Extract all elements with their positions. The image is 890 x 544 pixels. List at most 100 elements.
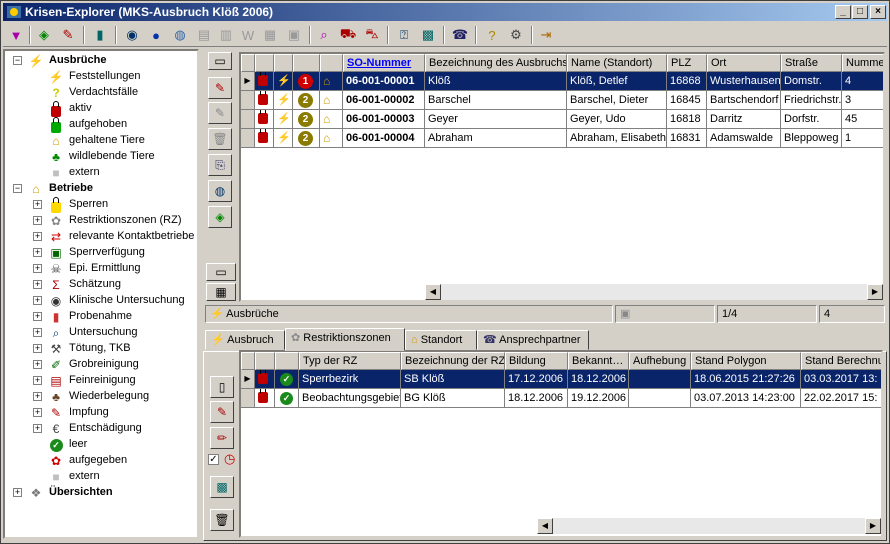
bezeichnung-rz-cell[interactable]: BG Klöß [401, 389, 505, 408]
ort-cell[interactable]: Bartschendorf [707, 91, 781, 110]
tree-node-uebersichten[interactable]: + ❖ Übersichten [5, 485, 195, 501]
scroll-right-button[interactable]: ▶ [867, 284, 883, 300]
expand-icon[interactable]: + [13, 488, 22, 497]
tab-restriktionszonen[interactable]: ✿ Restriktionszonen [285, 328, 405, 351]
tab-ansprechpartner[interactable]: ☎ Ansprechpartner [477, 330, 589, 350]
typ-cell[interactable]: Sperrbezirk [299, 370, 401, 389]
bezeichnung-rz-cell[interactable]: SB Klöß [401, 370, 505, 389]
expand-icon[interactable]: + [33, 376, 42, 385]
stand-berechnung-cell[interactable]: 03.03.2017 13: [801, 370, 881, 389]
grid-header-so-nummer[interactable]: SO-Nummer [343, 54, 425, 72]
bildung-cell[interactable]: 18.12.2006 [505, 389, 568, 408]
delete-disabled-button[interactable]: 🗑 [208, 128, 232, 150]
stand-polygon-cell[interactable]: 18.06.2015 21:27:26 [691, 370, 801, 389]
tree-item[interactable]: ■ extern [5, 469, 195, 485]
edit-record-button[interactable]: ✎ [208, 77, 232, 99]
expand-icon[interactable]: + [33, 200, 42, 209]
help-search-icon[interactable]: ⍰ [395, 26, 413, 44]
tree-item[interactable]: + ♣ Wiederbelegung [5, 389, 195, 405]
document-search-icon[interactable]: ⌕ [315, 26, 333, 44]
grid-header-ort[interactable]: Ort [707, 54, 781, 72]
bottom-horizontal-scrollbar[interactable]: ◀ ▶ [537, 518, 881, 534]
vehicle-icon[interactable]: ⛟ [339, 26, 357, 44]
minimize-button[interactable]: _ [835, 5, 851, 19]
tree-item[interactable]: + Sperren [5, 196, 195, 213]
name-cell[interactable]: Klöß, Detlef [567, 72, 667, 91]
grid-header-plz[interactable]: PLZ [667, 54, 707, 72]
expand-icon[interactable]: + [33, 232, 42, 241]
expand-icon[interactable]: + [33, 360, 42, 369]
table-row[interactable]: ▶ ⚡ 1 ⌂ 06-001-00001 Klöß Klöß, Detlef 16868 Wus… [241, 72, 883, 91]
tree-item[interactable]: + € Entschädigung [5, 421, 195, 437]
table-row[interactable]: ⚡ 2 ⌂ 06-001-00003 Geyer Geyer, Udo 16818 Darri… [241, 110, 883, 129]
tree-item[interactable]: ✓ leer [5, 437, 195, 453]
maximize-button[interactable]: □ [852, 5, 868, 19]
draw-button[interactable]: ✏ [210, 427, 234, 449]
strasse-cell[interactable]: Friedrichstr. [781, 91, 842, 110]
tree-item[interactable]: + Σ Schätzung [5, 277, 195, 293]
map-button[interactable]: ◈ [208, 206, 232, 228]
tree-item[interactable]: ✿ aufgegeben [5, 453, 195, 469]
tree-item[interactable]: ■ extern [5, 165, 195, 181]
grid-header-stand-berechnung[interactable]: Stand Berechnung [801, 352, 881, 370]
aufhebung-cell[interactable] [629, 389, 691, 408]
name-cell[interactable]: Barschel, Dieter [567, 91, 667, 110]
table-row[interactable]: ⚡ 2 ⌂ 06-001-00002 Barschel Barschel, Dieter 1… [241, 91, 883, 110]
expand-icon[interactable]: + [33, 408, 42, 417]
expand-icon[interactable]: + [33, 264, 42, 273]
edit-zone-button[interactable]: ✎ [210, 401, 234, 423]
tree-item[interactable]: aktiv [5, 100, 195, 117]
help-icon[interactable]: ? [483, 26, 501, 44]
tree-item[interactable]: + ✿ Restriktionszonen (RZ) [5, 213, 195, 229]
collapse-icon[interactable]: − [13, 56, 22, 65]
typ-cell[interactable]: Beobachtungsgebiet [299, 389, 401, 408]
nummer-cell[interactable]: 1 [842, 129, 883, 148]
plz-cell[interactable]: 16868 [667, 72, 707, 91]
so-nummer-cell[interactable]: 06-001-00001 [343, 72, 425, 91]
plz-cell[interactable]: 16831 [667, 129, 707, 148]
name-cell[interactable]: Abraham, Elisabeth [567, 129, 667, 148]
expand-icon[interactable]: + [33, 248, 42, 257]
tree-item[interactable]: + ⇄ relevante Kontaktbetriebe [5, 229, 195, 245]
table-row[interactable]: ▶ ✓ Sperrbezirk SB Klöß 17.12.2006 18.12.2006… [241, 370, 881, 389]
tree-item[interactable]: + ◉ Klinische Untersuchung [5, 293, 195, 309]
so-nummer-cell[interactable]: 06-001-00004 [343, 129, 425, 148]
grid-header-bezeichnung[interactable]: Bezeichnung des Ausbruchs [425, 54, 567, 72]
plz-cell[interactable]: 16818 [667, 110, 707, 129]
tree-node-ausbrueche[interactable]: − ⚡ Ausbrüche [5, 53, 195, 69]
grid-header-strasse[interactable]: Straße [781, 54, 842, 72]
search-globe-icon[interactable]: ◉ [123, 26, 141, 44]
tree-item[interactable]: + ☠ Epi. Ermittlung [5, 261, 195, 277]
tree-item[interactable]: + ✐ Grobreinigung [5, 357, 195, 373]
ort-cell[interactable]: Adamswalde [707, 129, 781, 148]
settings-icon[interactable]: ⚙ [507, 26, 525, 44]
copy-button[interactable]: ⎘ [208, 154, 232, 176]
stand-polygon-cell[interactable]: 03.07.2013 14:23:00 [691, 389, 801, 408]
table-icon[interactable]: ▦ [261, 26, 279, 44]
tree-item[interactable]: aufgehoben [5, 116, 195, 133]
tree-item[interactable]: ⚡ Feststellungen [5, 69, 195, 85]
expand-icon[interactable]: + [33, 280, 42, 289]
ort-cell[interactable]: Wusterhausen [707, 72, 781, 91]
car-icon[interactable]: ⛍ [363, 26, 381, 44]
exit-icon[interactable]: ⇥ [537, 26, 555, 44]
stand-berechnung-cell[interactable]: 22.02.2017 15: [801, 389, 881, 408]
strasse-cell[interactable]: Domstr. [781, 72, 842, 91]
tree-item[interactable]: + ▣ Sperrverfügung [5, 245, 195, 261]
close-button[interactable]: × [870, 5, 886, 19]
scroll-right-button[interactable]: ▶ [865, 518, 881, 534]
aufhebung-cell[interactable] [629, 370, 691, 389]
globe-icon[interactable]: ◍ [171, 26, 189, 44]
globe-button[interactable]: ◍ [208, 180, 232, 202]
table-row[interactable]: ✓ Beobachtungsgebiet BG Klöß 18.12.2006 19.1… [241, 389, 881, 408]
report-icon[interactable]: ▥ [217, 26, 235, 44]
scroll-left-button[interactable]: ◀ [537, 518, 553, 534]
print-icon[interactable]: ▣ [285, 26, 303, 44]
book-icon[interactable]: ▮ [91, 26, 109, 44]
expand-icon[interactable]: + [33, 216, 42, 225]
strasse-cell[interactable]: Bleppoweg [781, 129, 842, 148]
calculator-icon[interactable]: ▩ [419, 26, 437, 44]
collapse-icon[interactable]: − [13, 184, 22, 193]
top-horizontal-scrollbar[interactable]: ◀ ▶ [425, 284, 883, 300]
bezeichnung-cell[interactable]: Klöß [425, 72, 567, 91]
